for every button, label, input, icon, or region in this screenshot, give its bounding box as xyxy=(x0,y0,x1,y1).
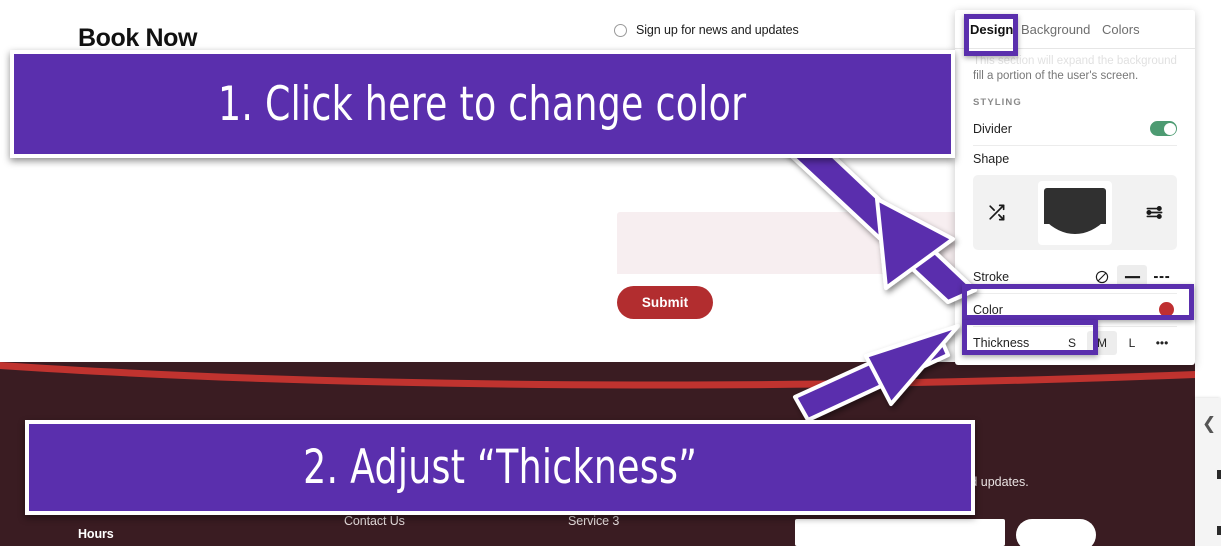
annotation-step-1: 1. Click here to change color xyxy=(10,50,955,158)
stroke-row-label: Stroke xyxy=(973,269,1010,284)
submit-button[interactable]: Submit xyxy=(617,286,713,319)
tab-colors[interactable]: Colors xyxy=(1102,22,1140,37)
divider-row[interactable]: Divider xyxy=(973,112,1177,146)
annotation-step-1-text: 1. Click here to change color xyxy=(218,76,747,132)
divider-toggle[interactable] xyxy=(1150,121,1177,136)
shape-label: Shape xyxy=(973,152,1010,166)
panel-description-text: fill a portion of the user's screen. xyxy=(973,70,1139,82)
message-textarea[interactable] xyxy=(617,212,957,274)
footer-curve-divider xyxy=(0,362,1195,392)
shape-picker[interactable] xyxy=(973,175,1177,250)
highlight-thickness-row xyxy=(962,320,1098,355)
toggle-switch-on-icon[interactable] xyxy=(1150,121,1177,136)
footer-col-hours[interactable]: Hours xyxy=(78,527,114,541)
thickness-option-more[interactable]: ••• xyxy=(1147,331,1177,355)
panel-description: This section will expand the background … xyxy=(973,54,1178,84)
footer-signup-button[interactable] xyxy=(1016,519,1096,546)
highlight-color-row xyxy=(962,284,1194,320)
panel-description-clipped: This section will expand the background … xyxy=(973,55,1178,67)
shuffle-icon[interactable] xyxy=(985,202,1007,224)
newsletter-checkbox[interactable]: Sign up for news and updates xyxy=(614,23,799,37)
checkbox-circle-icon[interactable] xyxy=(614,23,627,37)
annotation-step-2-text: 2. Adjust “Thickness” xyxy=(302,440,698,495)
site-logo[interactable]: Book Now xyxy=(78,24,197,53)
shape-preview[interactable] xyxy=(1038,180,1112,245)
tab-background[interactable]: Background xyxy=(1021,22,1090,37)
footer-col-service[interactable]: Service 3 xyxy=(568,514,619,528)
sliders-icon[interactable] xyxy=(1143,202,1165,224)
handle-marker-top xyxy=(1217,470,1221,479)
panel-collapse-handle[interactable]: ❮ xyxy=(1195,398,1221,546)
newsletter-checkbox-label: Sign up for news and updates xyxy=(636,23,799,37)
chevron-left-icon[interactable]: ❮ xyxy=(1202,416,1216,433)
divider-row-label: Divider xyxy=(973,121,1012,136)
handle-marker-bottom xyxy=(1217,526,1221,535)
highlight-design-tab xyxy=(964,14,1018,56)
thickness-option-l[interactable]: L xyxy=(1117,331,1147,355)
styling-section-label: STYLING xyxy=(973,97,1022,108)
annotation-step-2: 2. Adjust “Thickness” xyxy=(25,420,975,515)
footer-col-contact[interactable]: Contact Us xyxy=(344,514,405,528)
screenshot-root: Book Now Sign up for news and updates Su… xyxy=(0,0,1221,546)
footer-email-input[interactable] xyxy=(795,519,1005,546)
